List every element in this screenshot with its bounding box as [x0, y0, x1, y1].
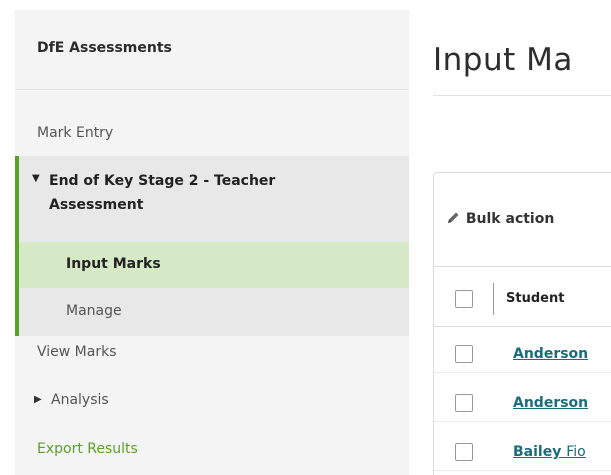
- sidebar-header-title: DfE Assessments: [37, 40, 172, 56]
- student-surname: Bailey: [513, 444, 562, 460]
- sidebar-item-label: Mark Entry: [37, 125, 114, 141]
- sidebar-item-label: View Marks: [37, 344, 117, 360]
- table-row: Anderson: [434, 384, 611, 422]
- sidebar-item-export-results[interactable]: Export Results: [15, 437, 409, 469]
- page-title: Input Ma: [433, 42, 573, 78]
- pencil-icon: [447, 211, 461, 227]
- sidebar-item-label: Export Results: [37, 441, 138, 457]
- sidebar-item-manage[interactable]: Manage: [19, 288, 409, 336]
- row-checkbox[interactable]: [455, 394, 473, 412]
- sidebar-item-view-marks[interactable]: View Marks: [15, 340, 409, 372]
- sidebar-item-analysis[interactable]: ▶ Analysis: [15, 388, 409, 420]
- student-link[interactable]: Anderson: [513, 395, 588, 411]
- bulk-actions-button[interactable]: Bulk action: [447, 211, 554, 227]
- sidebar-item-input-marks[interactable]: Input Marks: [19, 242, 409, 288]
- row-checkbox[interactable]: [455, 345, 473, 363]
- caret-right-icon: ▶: [34, 394, 42, 405]
- caret-down-icon: ▼: [32, 173, 40, 184]
- toolbar-divider: [434, 266, 611, 267]
- column-separator: [493, 283, 494, 315]
- select-all-checkbox[interactable]: [455, 290, 473, 308]
- sidebar: DfE Assessments Mark Entry ▼ End of Key …: [15, 10, 409, 475]
- student-link[interactable]: Bailey Fio: [513, 444, 586, 460]
- row-checkbox[interactable]: [455, 443, 473, 461]
- table-row: Bailey Fio: [434, 433, 611, 471]
- student-link[interactable]: Anderson: [513, 346, 588, 362]
- title-divider: [433, 95, 611, 96]
- sidebar-item-label: Input Marks: [66, 256, 161, 272]
- sidebar-item-label: End of Key Stage 2 - Teacher Assessment: [49, 173, 276, 213]
- sidebar-item-label: Manage: [66, 303, 122, 319]
- header-divider: [434, 326, 611, 327]
- sidebar-item-mark-entry[interactable]: Mark Entry: [15, 121, 409, 151]
- student-surname: Anderson: [513, 395, 589, 411]
- sidebar-header: DfE Assessments: [15, 10, 409, 90]
- bulk-actions-label: Bulk action: [465, 211, 555, 227]
- main-content: Input Ma Bulk action Student Anderson An…: [409, 0, 611, 475]
- sidebar-item-end-of-ks2-teacher-assessment[interactable]: ▼ End of Key Stage 2 - Teacher Assessmen…: [15, 156, 409, 242]
- table-row: Anderson: [434, 335, 611, 373]
- column-header-student[interactable]: Student: [506, 291, 564, 306]
- sidebar-section-end-of-ks2: ▼ End of Key Stage 2 - Teacher Assessmen…: [15, 156, 409, 336]
- student-surname: Anderson: [513, 346, 589, 362]
- sidebar-item-label: Analysis: [51, 392, 109, 408]
- student-firstname: Fio: [566, 444, 586, 460]
